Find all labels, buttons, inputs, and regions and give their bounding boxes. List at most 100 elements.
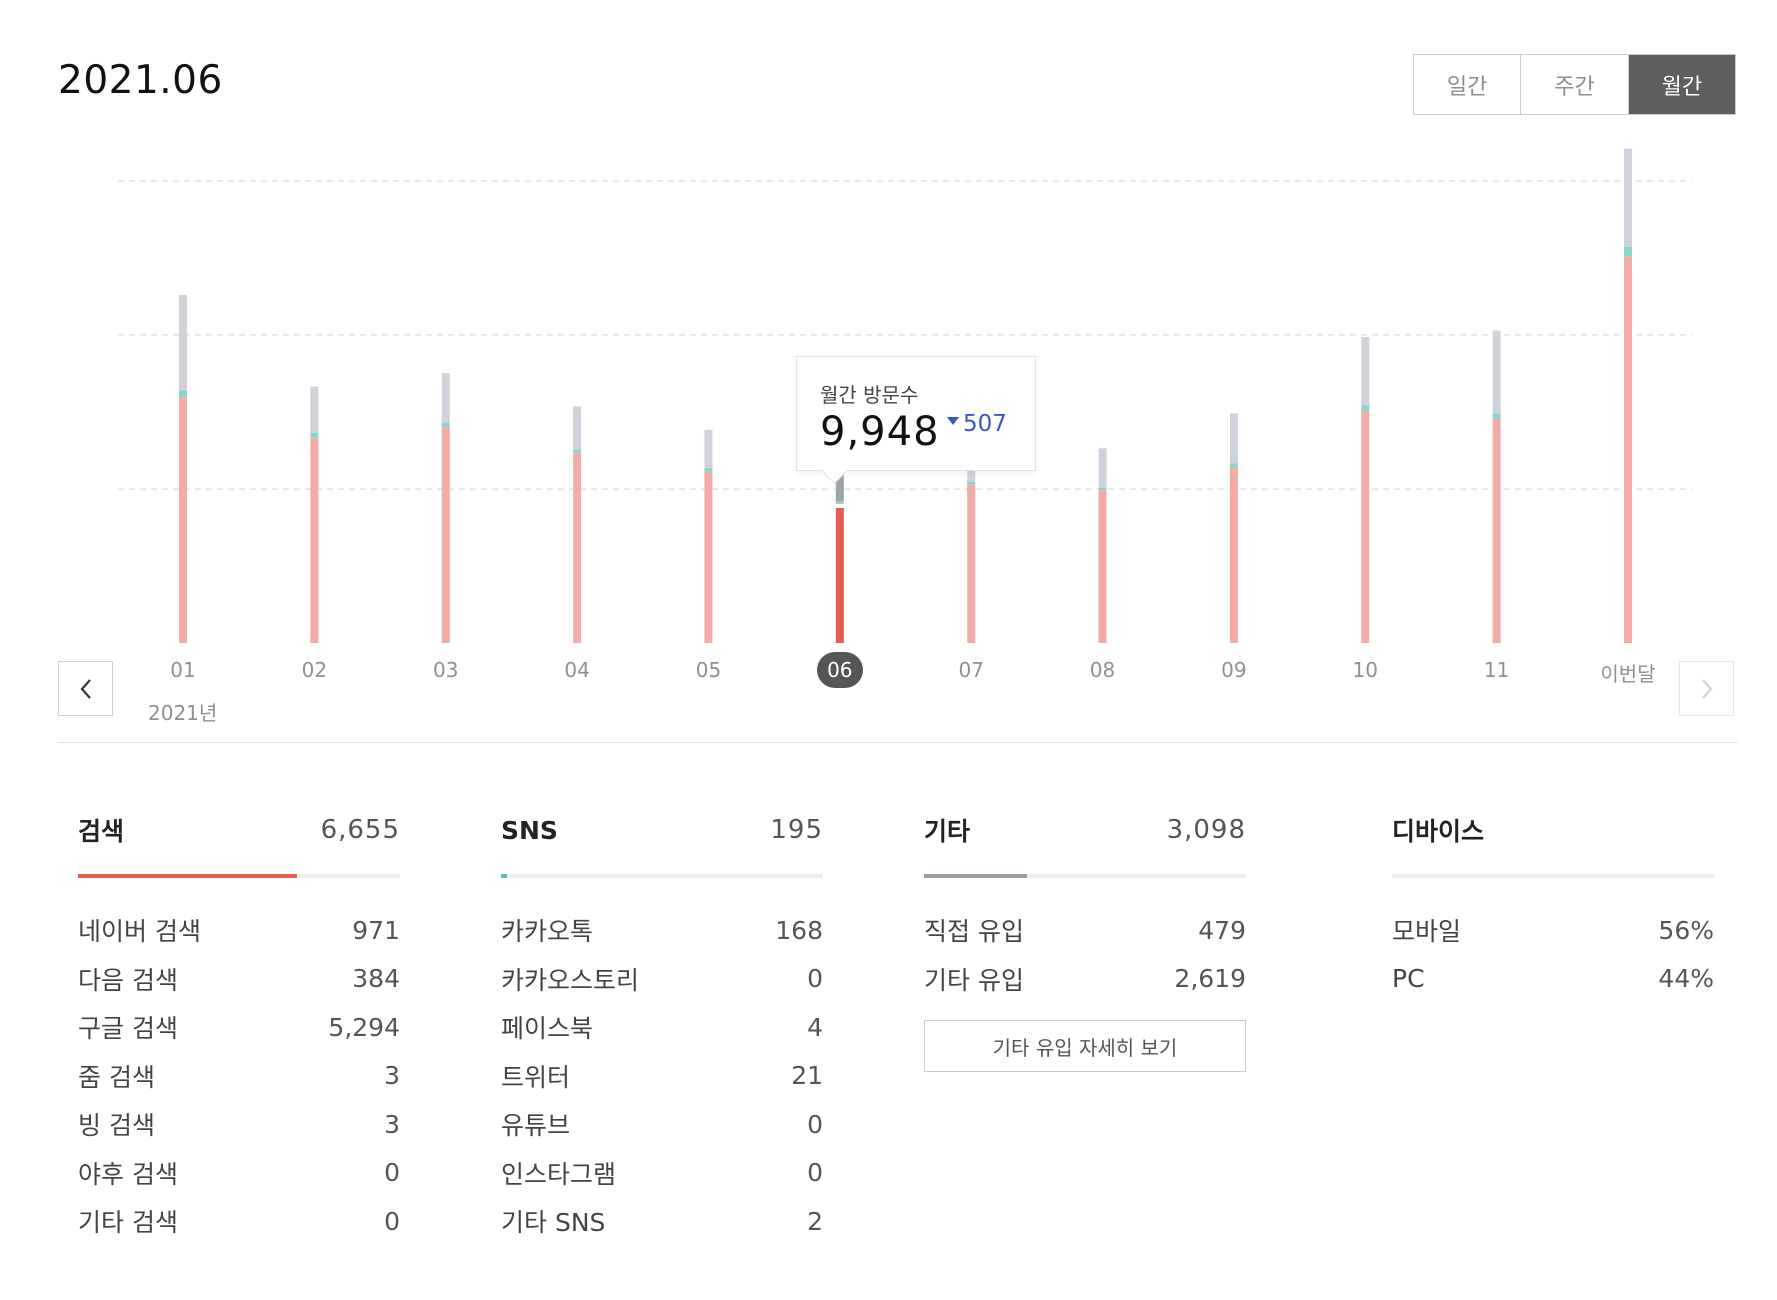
bar-segment-0[interactable]: [835, 508, 844, 643]
search-row-value: 0: [384, 1206, 400, 1236]
other-row-value: 479: [1198, 915, 1246, 945]
x-tick-label[interactable]: 08: [1063, 658, 1143, 682]
sns-row-value: 168: [775, 915, 823, 945]
other-row-label: 기타 유입: [924, 965, 1024, 995]
bar-segment-2[interactable]: [179, 294, 187, 391]
x-tick-text: 04: [564, 658, 590, 682]
bar-segment-1[interactable]: [179, 390, 187, 398]
stats-sns-header: SNS 195: [501, 812, 823, 848]
x-tick-text: 01: [170, 658, 196, 682]
bar-segment-2[interactable]: [310, 386, 319, 433]
bar-segment-0[interactable]: [179, 397, 187, 643]
search-row-value: 3: [384, 1061, 400, 1091]
x-tick-label[interactable]: 02: [274, 658, 354, 682]
sns-row: 기타 SNS 2: [501, 1197, 823, 1246]
sns-row-label: 카카오톡: [501, 917, 594, 947]
stats-other-share-bar: [924, 874, 1246, 878]
bar-segment-0[interactable]: [573, 452, 582, 643]
bar-segment-0[interactable]: [1624, 256, 1632, 643]
search-row: 다음 검색 384: [78, 955, 400, 1004]
bar-segment-2[interactable]: [1361, 337, 1370, 406]
stats-other: 기타 3,098 직접 유입 479 기타 유입 2,619 기타 유입 자세히 보기: [924, 812, 1246, 1072]
x-tick-text: 07: [958, 658, 984, 682]
x-tick-text: 02: [301, 658, 328, 682]
tooltip-label: 월간 방문수: [820, 383, 919, 407]
bar-segment-0[interactable]: [1361, 410, 1370, 643]
stats-search-header: 검색 6,655: [78, 812, 400, 848]
stats-search-share-fill: [78, 874, 297, 878]
bar-segment-0[interactable]: [1492, 418, 1501, 643]
bar-segment-0[interactable]: [1229, 467, 1238, 643]
x-tick-text: 08: [1089, 658, 1116, 682]
bar-segment-2[interactable]: [1098, 448, 1107, 488]
other-row-label: 직접 유입: [924, 917, 1024, 947]
other-detail-button[interactable]: 기타 유입 자세히 보기: [924, 1020, 1246, 1072]
sns-row-value: 0: [807, 1158, 823, 1188]
stats-device-header: 디바이스: [1392, 812, 1714, 848]
search-row-label: 기타 검색: [78, 1208, 178, 1238]
bar-segment-1[interactable]: [573, 449, 582, 453]
stats-device-divider: [1392, 874, 1714, 878]
stats-device: 디바이스 모바일 56% PC 44%: [1392, 812, 1714, 1003]
triangle-down-icon: [947, 417, 959, 425]
sns-row-label: 유튜브: [501, 1111, 571, 1141]
bar-segment-0[interactable]: [967, 484, 976, 643]
bar-segment-1[interactable]: [310, 432, 319, 438]
x-tick-label[interactable]: 09: [1194, 658, 1274, 682]
x-tick-label[interactable]: 07: [931, 658, 1011, 682]
search-row-label: 구글 검색: [78, 1014, 178, 1044]
sns-row-label: 인스타그램: [501, 1159, 617, 1189]
bar-segment-1[interactable]: [1361, 405, 1370, 411]
search-row-label: 다음 검색: [78, 965, 178, 995]
x-tick-label[interactable]: 06: [800, 652, 880, 688]
stats-other-total: 3,098: [1166, 815, 1246, 845]
tooltip-delta-value: 507: [963, 411, 1007, 437]
search-row-value: 971: [352, 915, 400, 945]
bar-segment-0[interactable]: [704, 471, 713, 643]
bar-segment-2[interactable]: [704, 429, 713, 468]
year-label: 2021년: [148, 701, 218, 725]
bar-segment-2[interactable]: [1229, 413, 1238, 464]
device-row: 모바일 56%: [1392, 906, 1714, 955]
x-tick-text: 09: [1221, 658, 1247, 682]
search-row: 빙 검색 3: [78, 1100, 400, 1149]
stats-search-share-bar: [78, 874, 400, 878]
bar-segment-0[interactable]: [441, 427, 450, 643]
prev-period-button[interactable]: [58, 661, 113, 716]
x-tick-label[interactable]: 10: [1325, 658, 1405, 682]
x-tick-label[interactable]: 01: [143, 658, 223, 682]
bar-segment-0[interactable]: [310, 437, 319, 643]
x-tick-label[interactable]: 04: [537, 658, 617, 682]
device-row-value: 56%: [1658, 915, 1714, 945]
bar-segment-1[interactable]: [441, 422, 450, 428]
stats-other-header: 기타 3,098: [924, 812, 1246, 848]
sns-row-value: 2: [807, 1206, 823, 1236]
bar-segment-2[interactable]: [573, 406, 582, 450]
stats-search-title: 검색: [78, 817, 125, 846]
x-tick-label[interactable]: 11: [1457, 658, 1537, 682]
x-tick-label[interactable]: 05: [668, 658, 748, 682]
sns-row: 카카오톡 168: [501, 906, 823, 955]
chart-tooltip: 월간 방문수 9,948 507: [796, 356, 1036, 484]
section-divider: [58, 742, 1738, 743]
sns-row: 트위터 21: [501, 1052, 823, 1101]
bar-segment-1[interactable]: [1229, 463, 1238, 468]
bar-segment-2[interactable]: [441, 373, 450, 423]
x-tick-label[interactable]: 이번달: [1588, 658, 1668, 687]
bar-segment-1[interactable]: [967, 481, 976, 485]
bar-segment-1[interactable]: [1492, 413, 1501, 419]
sns-row-label: 기타 SNS: [501, 1208, 606, 1238]
x-tick-text: 11: [1483, 658, 1510, 682]
stats-sns-total: 195: [770, 815, 823, 845]
bar-segment-1[interactable]: [1098, 487, 1107, 491]
bar-segment-1[interactable]: [1624, 247, 1632, 257]
bar-segment-2[interactable]: [1624, 148, 1632, 247]
bar-segment-1[interactable]: [704, 467, 713, 472]
tooltip-value: 9,948: [820, 409, 940, 455]
bar-segment-1[interactable]: [835, 501, 844, 505]
bar-segment-0[interactable]: [1098, 490, 1107, 643]
next-period-button[interactable]: [1679, 661, 1734, 716]
x-tick-label[interactable]: 03: [406, 658, 486, 682]
bar-segment-2[interactable]: [1492, 330, 1501, 414]
sns-row-label: 페이스북: [501, 1014, 594, 1044]
